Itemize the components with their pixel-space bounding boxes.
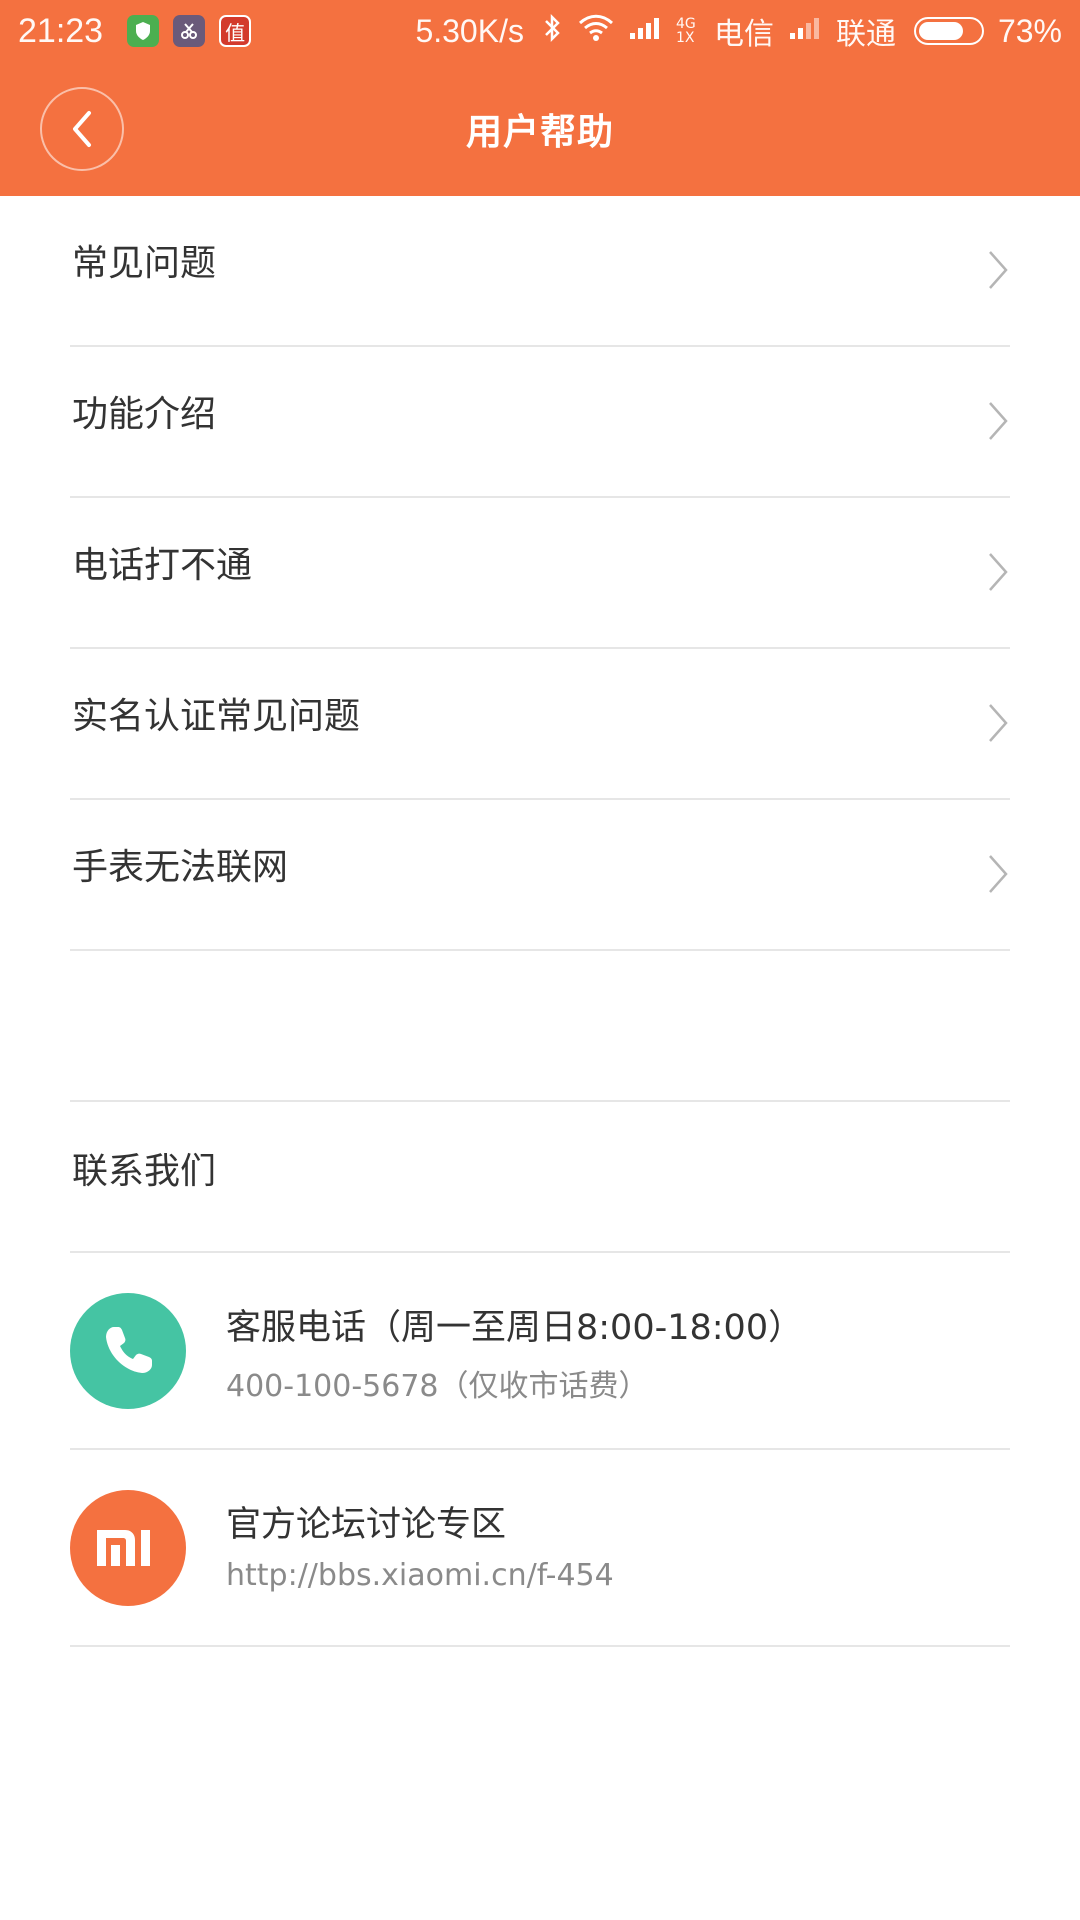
menu-item-call-failed[interactable]: 电话打不通 [70, 498, 1010, 649]
carrier-2: 联通 [835, 17, 896, 52]
app-root: 21:23 值 5.30K/s 4G 1X 电信 联通 73% 用户帮助 常见问… [0, 0, 1080, 1920]
menu-item-label: 功能介绍 [72, 394, 217, 435]
chevron-right-icon [989, 402, 1008, 440]
chevron-right-icon [989, 553, 1008, 591]
chevron-right-icon [989, 855, 1008, 893]
contact-section-header: 联系我们 [70, 1102, 1010, 1253]
network-type: 4G 1X [675, 16, 696, 46]
battery-icon [913, 17, 984, 45]
mi-logo-icon [70, 1490, 186, 1606]
zhi-app-char: 值 [225, 20, 246, 45]
status-right: 5.30K/s 4G 1X 电信 联通 73% [415, 9, 1062, 53]
status-left: 21:23 值 [18, 12, 415, 51]
spacer-row [70, 951, 1010, 1102]
status-bar: 21:23 值 5.30K/s 4G 1X 电信 联通 73% [0, 0, 1080, 62]
chevron-right-icon [989, 704, 1008, 742]
battery-fill [918, 22, 963, 40]
status-time: 21:23 [18, 11, 104, 50]
header: 21:23 值 5.30K/s 4G 1X 电信 联通 73% 用户帮助 [0, 0, 1080, 196]
carrier-1: 电信 [713, 17, 774, 52]
title-bar: 用户帮助 [0, 62, 1080, 196]
contact-link[interactable]: http://bbs.xiaomi.cn/f-454 [226, 1558, 614, 1593]
shield-app-icon [127, 15, 160, 47]
menu-item-label: 电话打不通 [72, 545, 253, 586]
chevron-right-icon [989, 251, 1008, 289]
phone-icon [70, 1293, 186, 1409]
chevron-left-icon [73, 111, 91, 147]
wifi-icon [578, 14, 614, 49]
menu-item-no-network[interactable]: 手表无法联网 [70, 800, 1010, 951]
contact-title: 客服电话（周一至周日8:00-18:00） [226, 1308, 804, 1348]
page-title: 用户帮助 [465, 112, 614, 153]
scissors-app-icon [173, 15, 206, 47]
zhi-app-icon: 值 [219, 15, 252, 47]
battery-percent: 73% [997, 12, 1062, 49]
menu-item-features[interactable]: 功能介绍 [70, 347, 1010, 498]
help-menu-list: 常见问题 功能介绍 电话打不通 实名认证常见问题 手表无法联网 [0, 196, 1080, 951]
menu-item-label: 常见问题 [72, 243, 217, 284]
section-title: 联系我们 [72, 1151, 217, 1192]
network-speed: 5.30K/s [415, 12, 524, 49]
menu-item-label: 手表无法联网 [72, 847, 289, 888]
contact-item-hotline[interactable]: 客服电话（周一至周日8:00-18:00） 400-100-5678（仅收市话费… [70, 1253, 1010, 1450]
back-button[interactable] [40, 87, 124, 171]
contact-subtitle: 400-100-5678（仅收市话费） [226, 1369, 649, 1404]
menu-item-label: 实名认证常见问题 [72, 696, 361, 737]
menu-item-faq[interactable]: 常见问题 [70, 196, 1010, 347]
contact-title: 官方论坛讨论专区 [226, 1505, 507, 1545]
content: 常见问题 功能介绍 电话打不通 实名认证常见问题 手表无法联网 联系我们 客服电… [0, 196, 1080, 1647]
contact-item-forum[interactable]: 官方论坛讨论专区 http://bbs.xiaomi.cn/f-454 [70, 1450, 1010, 1647]
menu-item-realname-faq[interactable]: 实名认证常见问题 [70, 649, 1010, 800]
bluetooth-icon [542, 13, 564, 50]
signal-icon-2 [788, 15, 822, 48]
signal-icon-1 [628, 15, 662, 48]
